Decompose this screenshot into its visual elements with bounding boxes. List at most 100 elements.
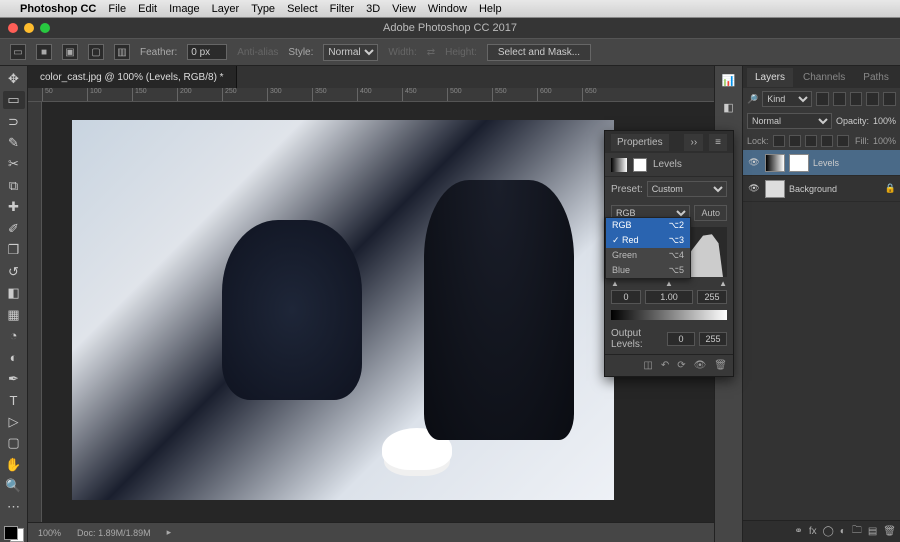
minimize-icon[interactable] [24,23,34,33]
menu-filter[interactable]: Filter [330,3,354,15]
lock-all-icon[interactable] [837,135,849,147]
color-swatch[interactable] [4,526,24,542]
input-highlight[interactable] [697,290,727,304]
fx-icon[interactable]: fx [809,526,817,537]
channel-option-red[interactable]: ✓ Red⌥3 [606,233,690,248]
ruler-vertical[interactable] [28,102,42,522]
move-tool-icon[interactable]: ✥ [3,70,25,87]
status-arrow-icon[interactable]: ▸ [167,527,172,538]
opacity-value[interactable]: 100% [873,116,896,126]
lock-artboard-icon[interactable] [821,135,833,147]
lock-transparency-icon[interactable] [773,135,785,147]
menu-3d[interactable]: 3D [366,3,380,15]
shadow-slider-icon[interactable]: ▲ [611,279,619,288]
menu-image[interactable]: Image [169,3,200,15]
lasso-tool-icon[interactable]: ⊃ [3,113,25,130]
menu-select[interactable]: Select [287,3,318,15]
clip-icon[interactable]: ◫ [643,360,652,371]
highlight-slider-icon[interactable]: ▲ [719,279,727,288]
tab-channels[interactable]: Channels [795,68,853,87]
shape-tool-icon[interactable]: ▢ [3,434,25,451]
layer-row[interactable]: 👁 Background 🔒 [743,176,900,202]
group-icon[interactable]: 🗀 [852,523,862,540]
tab-layers[interactable]: Layers [747,68,793,87]
preset-select[interactable]: Custom [647,181,727,197]
tool-preset-icon[interactable]: ▭ [10,44,26,60]
blend-mode-select[interactable]: Normal [747,113,832,129]
marquee-tool-icon[interactable]: ▭ [3,91,25,108]
menu-layer[interactable]: Layer [212,3,240,15]
new-layer-icon[interactable]: ▤ [868,526,877,537]
collapse-icon[interactable]: ›› [684,134,703,151]
fill-value[interactable]: 100% [873,136,896,146]
layer-mask-icon[interactable] [789,154,809,172]
gradient-tool-icon[interactable]: ▦ [3,306,25,323]
maximize-icon[interactable] [40,23,50,33]
clone-tool-icon[interactable]: ❐ [3,242,25,259]
output-gradient[interactable] [611,310,727,320]
mid-slider-icon[interactable]: ▲ [665,279,673,288]
menu-file[interactable]: File [108,3,126,15]
close-icon[interactable] [8,23,18,33]
channel-option-rgb[interactable]: RGB⌥2 [606,218,690,233]
channel-option-green[interactable]: Green⌥4 [606,248,690,263]
menu-edit[interactable]: Edit [138,3,157,15]
menu-view[interactable]: View [392,3,416,15]
reset-icon[interactable]: ⟳ [677,360,685,371]
add-selection-icon[interactable]: ▣ [62,44,78,60]
toggle-visibility-icon[interactable]: 👁 [694,360,707,371]
quick-select-tool-icon[interactable]: ✎ [3,134,25,151]
eyedropper-tool-icon[interactable]: ⧉ [3,177,25,194]
app-name[interactable]: Photoshop CC [20,3,96,15]
auto-button[interactable]: Auto [694,205,727,221]
properties-tab[interactable]: Properties [611,134,669,151]
menu-type[interactable]: Type [251,3,275,15]
hand-tool-icon[interactable]: ✋ [3,456,25,473]
history-brush-tool-icon[interactable]: ↺ [3,263,25,280]
trash-icon[interactable]: 🗑 [714,360,727,371]
channel-option-blue[interactable]: Blue⌥5 [606,263,690,278]
crop-tool-icon[interactable]: ✂ [3,156,25,173]
filter-smart-icon[interactable] [883,92,896,106]
input-shadow[interactable] [611,290,641,304]
dodge-tool-icon[interactable]: ◐ [3,349,25,366]
visibility-icon[interactable]: 👁 [747,183,761,194]
path-tool-icon[interactable]: ▷ [3,413,25,430]
menu-help[interactable]: Help [479,3,502,15]
intersect-selection-icon[interactable]: ▥ [114,44,130,60]
pen-tool-icon[interactable]: ✒ [3,370,25,387]
layer-name[interactable]: Levels [813,158,839,168]
histogram-panel-icon[interactable]: 📊 [722,74,736,87]
new-selection-icon[interactable]: ■ [36,44,52,60]
mask-icon[interactable]: ◯ [823,526,834,537]
feather-input[interactable] [187,44,227,60]
layer-row[interactable]: 👁 Levels [743,150,900,176]
output-low[interactable] [667,332,695,346]
mask-thumb-icon[interactable] [633,158,647,172]
layer-name[interactable]: Background [789,184,837,194]
layer-filter-kind[interactable]: Kind [762,91,812,107]
panel-menu-icon[interactable]: ≡ [709,134,727,151]
eraser-tool-icon[interactable]: ◧ [3,284,25,301]
layer-thumb-icon[interactable] [765,154,785,172]
tab-paths[interactable]: Paths [855,68,897,87]
link-layers-icon[interactable]: ⚭ [794,526,802,537]
select-and-mask-button[interactable]: Select and Mask... [487,44,591,61]
trash-icon[interactable]: 🗑 [883,526,896,537]
type-tool-icon[interactable]: T [3,392,25,409]
adjustment-icon[interactable]: ◐ [840,526,846,537]
document-tab[interactable]: color_cast.jpg @ 100% (Levels, RGB/8) * [28,66,237,88]
previous-icon[interactable]: ↶ [661,360,669,371]
filter-type-icon[interactable] [850,92,863,106]
layer-thumb-icon[interactable] [765,180,785,198]
lock-pixels-icon[interactable] [789,135,801,147]
brush-tool-icon[interactable]: ✐ [3,220,25,237]
zoom-level[interactable]: 100% [38,528,61,538]
zoom-tool-icon[interactable]: 🔍 [3,477,25,494]
lock-position-icon[interactable] [805,135,817,147]
visibility-icon[interactable]: 👁 [747,157,761,168]
filter-adj-icon[interactable] [833,92,846,106]
ruler-horizontal[interactable]: 50100150200250300350400450500550600650 [28,88,714,102]
filter-shape-icon[interactable] [866,92,879,106]
healing-tool-icon[interactable]: ✚ [3,199,25,216]
